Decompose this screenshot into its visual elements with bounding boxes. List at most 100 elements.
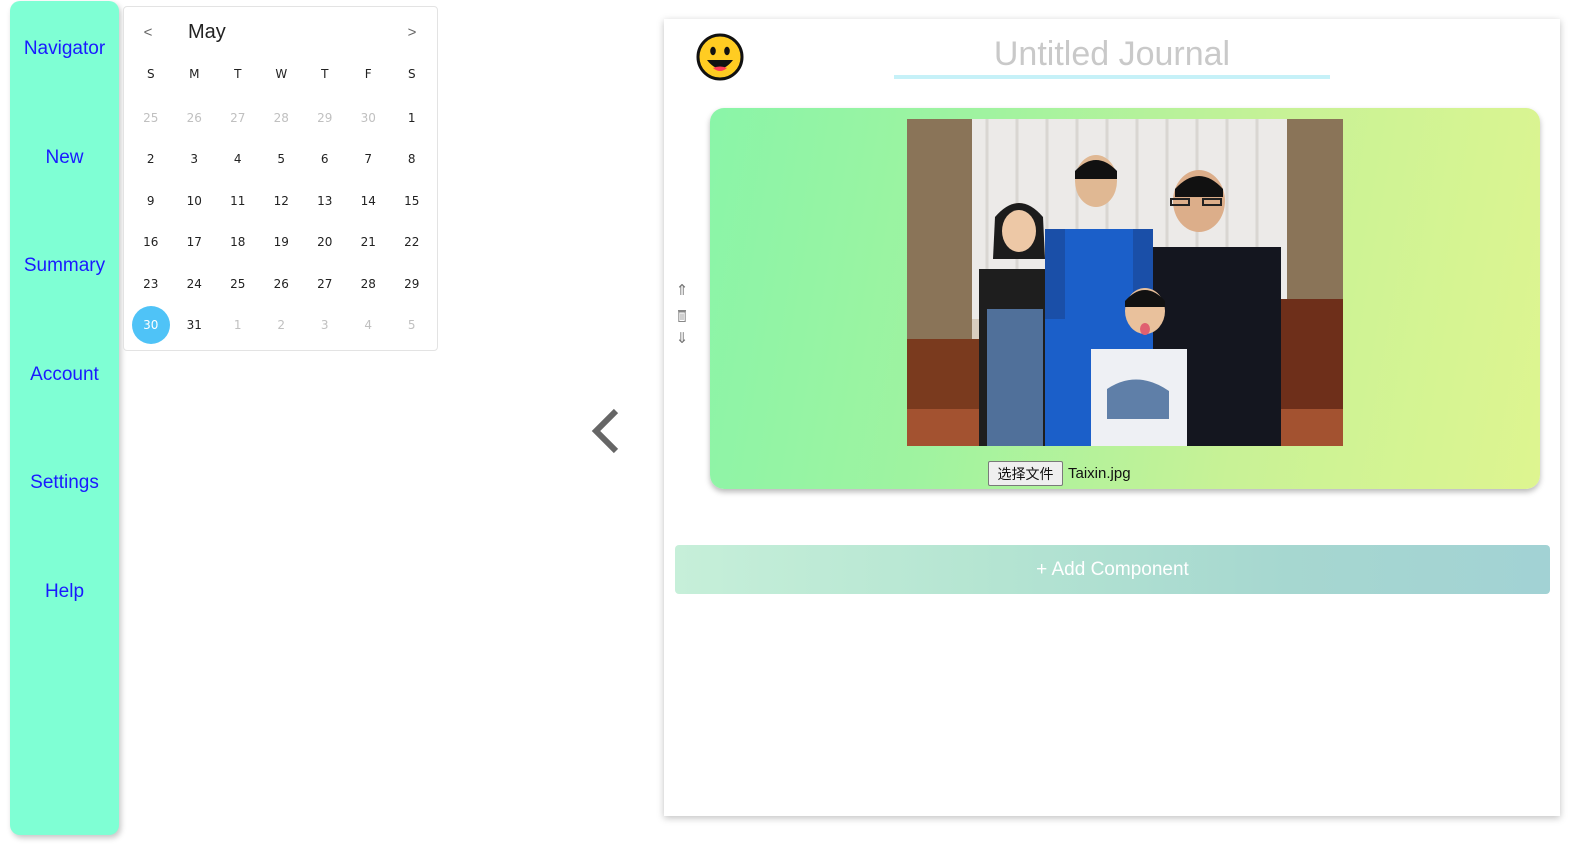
calendar-day-number: 2 <box>277 318 286 333</box>
calendar-day-number: 19 <box>273 235 289 250</box>
calendar-day[interactable]: 17 <box>173 222 217 264</box>
calendar-day-number: 7 <box>364 152 373 167</box>
calendar-prev-button[interactable]: < <box>138 24 158 41</box>
weekday-label: T <box>321 67 329 81</box>
calendar-day[interactable]: 1 <box>390 97 434 139</box>
calendar-day-number: 11 <box>230 193 246 208</box>
sidebar: Navigator New Summary Account Settings H… <box>10 1 119 835</box>
weekday-label: M <box>189 67 200 81</box>
calendar-day[interactable]: 8 <box>390 139 434 181</box>
calendar-day[interactable]: 25 <box>129 97 173 139</box>
calendar-day-number: 2 <box>146 152 155 167</box>
calendar-day[interactable]: 20 <box>303 222 347 264</box>
weekday-label: T <box>234 67 242 81</box>
calendar-day-selected[interactable]: 30 <box>129 305 173 347</box>
calendar-day-number: 27 <box>230 110 246 125</box>
smiley-face-icon[interactable] <box>696 33 744 81</box>
calendar-day[interactable]: 27 <box>216 97 260 139</box>
calendar-day[interactable]: 5 <box>390 305 434 347</box>
calendar-day-number: 1 <box>233 318 242 333</box>
calendar-day-number: 15 <box>404 193 420 208</box>
calendar-day[interactable]: 22 <box>390 222 434 264</box>
calendar-day-number: 5 <box>277 152 286 167</box>
journal-panel: ⇑ ⇓ <box>664 19 1560 816</box>
calendar-day-number: 29 <box>404 276 420 291</box>
calendar-day[interactable]: 29 <box>390 263 434 305</box>
calendar-day[interactable]: 5 <box>260 139 304 181</box>
calendar-day-number: 14 <box>360 193 376 208</box>
calendar-day[interactable]: 13 <box>303 180 347 222</box>
calendar-day-number: 10 <box>186 193 202 208</box>
calendar-day[interactable]: 12 <box>260 180 304 222</box>
calendar-day[interactable]: 14 <box>347 180 391 222</box>
calendar-day[interactable]: 2 <box>260 305 304 347</box>
calendar-day[interactable]: 18 <box>216 222 260 264</box>
calendar-day-number: 5 <box>407 318 416 333</box>
nav-settings[interactable]: Settings <box>10 471 119 495</box>
arrow-down-icon[interactable]: ⇓ <box>672 327 692 351</box>
choose-file-button[interactable]: 选择文件 <box>988 461 1063 486</box>
calendar-day-number: 4 <box>364 318 373 333</box>
chevron-left-icon <box>591 408 619 454</box>
calendar-day-number: 17 <box>186 235 202 250</box>
calendar-day-number: 18 <box>230 235 246 250</box>
calendar-day[interactable]: 19 <box>260 222 304 264</box>
calendar-day[interactable]: 31 <box>173 305 217 347</box>
nav-account[interactable]: Account <box>10 363 119 387</box>
calendar: < May > SMTWTFS 25 26 27 28 29 30 1 2 3 4 5 6 7 8 9 10 1… <box>123 6 438 351</box>
calendar-day[interactable]: 15 <box>390 180 434 222</box>
calendar-day-number: 21 <box>360 235 376 250</box>
weekday-label: F <box>364 67 372 81</box>
weekday-label: W <box>275 67 288 81</box>
calendar-day[interactable]: 21 <box>347 222 391 264</box>
calendar-day[interactable]: 27 <box>303 263 347 305</box>
calendar-day-grid: 25 26 27 28 29 30 1 2 3 4 5 6 7 8 9 10 11 12 13 14 15 16 17 18 1… <box>129 97 434 346</box>
collapse-panel-button[interactable] <box>586 405 626 457</box>
title-underline <box>894 75 1330 79</box>
calendar-day[interactable]: 16 <box>129 222 173 264</box>
calendar-day[interactable]: 28 <box>260 97 304 139</box>
calendar-day[interactable]: 4 <box>216 139 260 181</box>
calendar-day[interactable]: 11 <box>216 180 260 222</box>
nav-help[interactable]: Help <box>10 580 119 604</box>
calendar-day[interactable]: 4 <box>347 305 391 347</box>
nav-navigator[interactable]: Navigator <box>10 37 119 61</box>
calendar-day-number: 31 <box>186 318 202 333</box>
arrow-up-icon[interactable]: ⇑ <box>672 279 692 303</box>
calendar-day[interactable]: 24 <box>173 263 217 305</box>
calendar-day[interactable]: 25 <box>216 263 260 305</box>
calendar-day[interactable]: 26 <box>260 263 304 305</box>
calendar-day-number: 23 <box>143 276 159 291</box>
calendar-day-number: 28 <box>273 110 289 125</box>
calendar-day-number: 24 <box>186 276 202 291</box>
weekday-label: S <box>146 67 155 81</box>
calendar-day[interactable]: 23 <box>129 263 173 305</box>
trash-icon[interactable] <box>672 303 692 327</box>
calendar-day[interactable]: 3 <box>303 305 347 347</box>
calendar-day[interactable]: 3 <box>173 139 217 181</box>
nav-new[interactable]: New <box>10 146 119 170</box>
calendar-next-button[interactable]: > <box>402 24 422 41</box>
calendar-day-number: 9 <box>146 193 155 208</box>
calendar-day[interactable]: 30 <box>347 97 391 139</box>
journal-photo <box>907 119 1343 446</box>
calendar-day[interactable]: 10 <box>173 180 217 222</box>
nav-summary[interactable]: Summary <box>10 254 119 278</box>
selected-file-name: Taixin.jpg <box>1068 465 1131 482</box>
calendar-day[interactable]: 2 <box>129 139 173 181</box>
calendar-day-number: 8 <box>407 152 416 167</box>
calendar-weekday-header: SMTWTFS <box>129 67 434 81</box>
calendar-day-number: 3 <box>320 318 329 333</box>
weekday-label: S <box>407 67 416 81</box>
calendar-day[interactable]: 9 <box>129 180 173 222</box>
journal-title-input[interactable] <box>894 33 1330 75</box>
add-component-button[interactable]: + Add Component <box>675 545 1550 594</box>
calendar-day[interactable]: 29 <box>303 97 347 139</box>
calendar-day-number: 25 <box>230 276 246 291</box>
calendar-day[interactable]: 7 <box>347 139 391 181</box>
calendar-day-number: 13 <box>317 193 333 208</box>
calendar-day[interactable]: 1 <box>216 305 260 347</box>
calendar-day[interactable]: 6 <box>303 139 347 181</box>
calendar-day[interactable]: 28 <box>347 263 391 305</box>
calendar-day[interactable]: 26 <box>173 97 217 139</box>
